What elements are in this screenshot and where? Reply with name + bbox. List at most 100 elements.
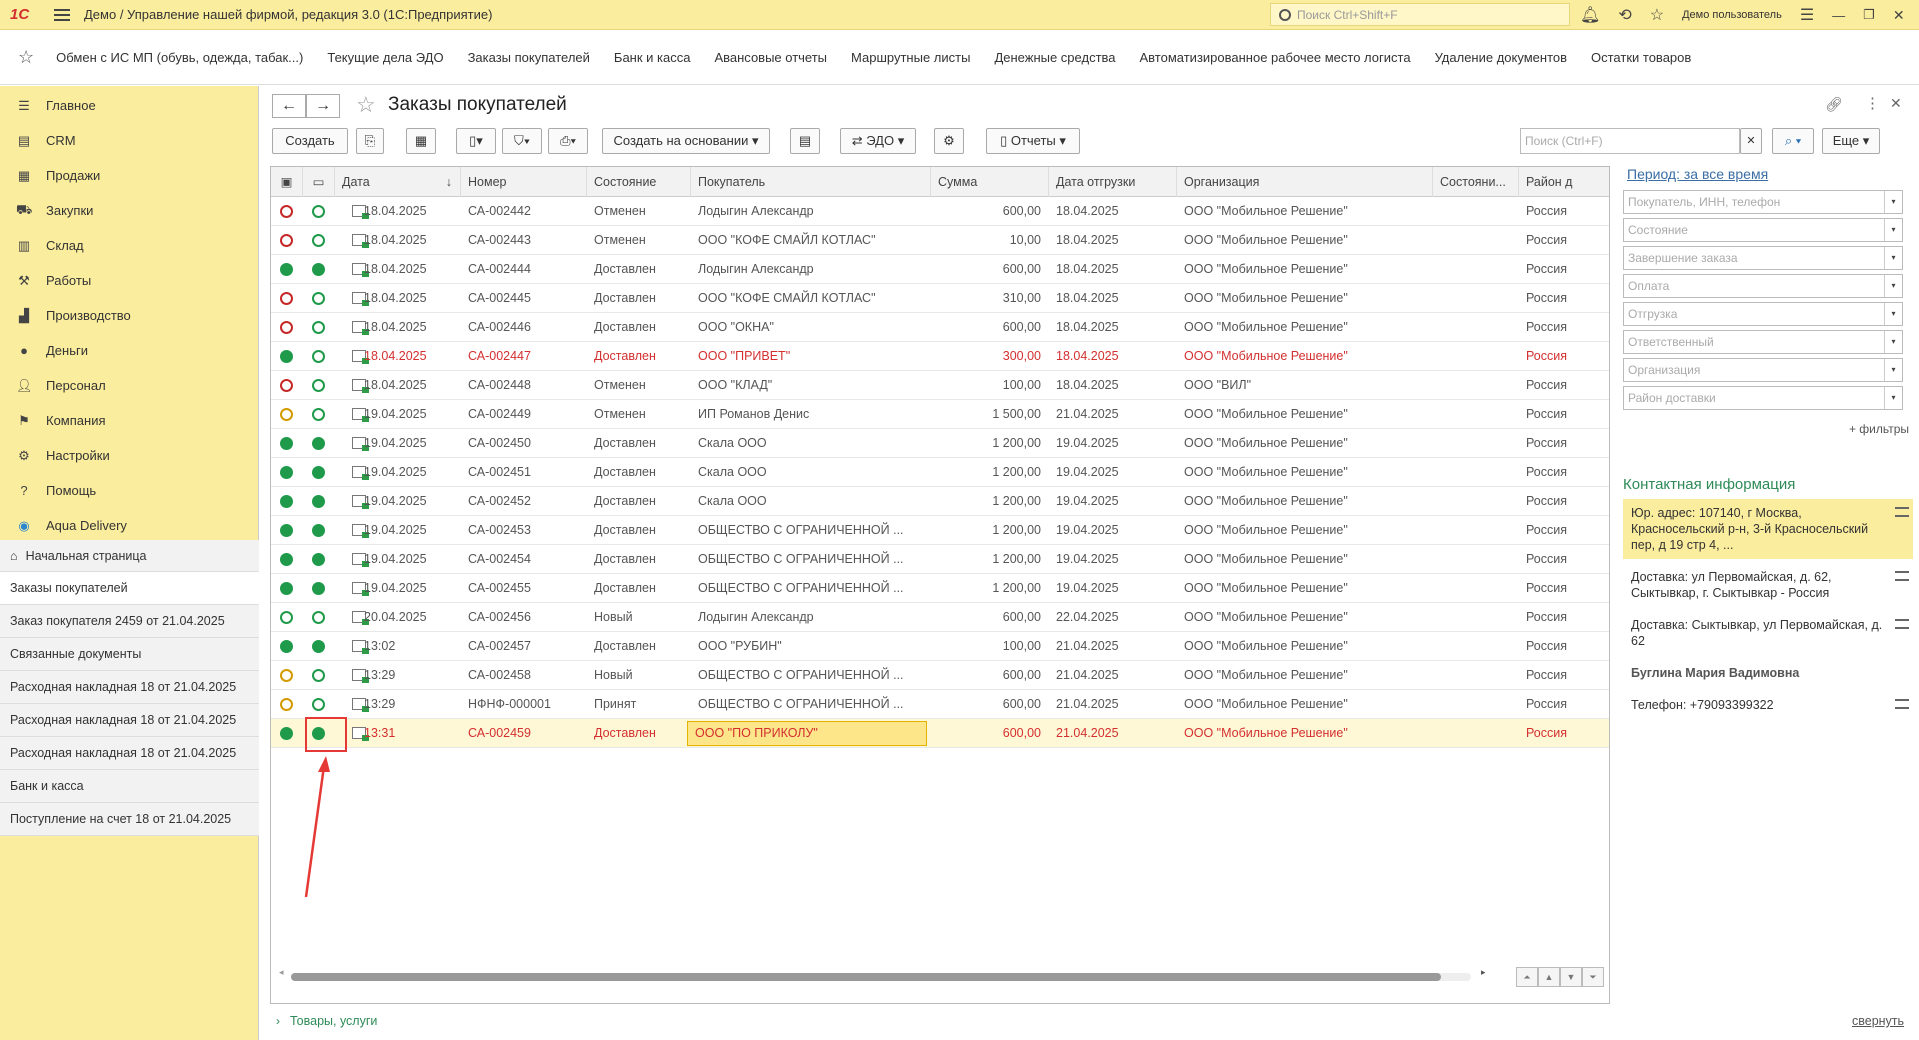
- quicklink[interactable]: Удаление документов: [1435, 50, 1567, 65]
- search-dropdown-button[interactable]: ⌕ ▾: [1772, 128, 1814, 154]
- table-row[interactable]: 13:29 НФНФ-000001 Принят ОБЩЕСТВО С ОГРАНИЧ…: [271, 690, 1609, 719]
- contact-menu-icon[interactable]: [1895, 619, 1909, 629]
- horizontal-scrollbar[interactable]: [291, 973, 1471, 981]
- history-item[interactable]: Заказы покупателей: [0, 572, 259, 605]
- bell-icon[interactable]: 🔔︎: [1580, 5, 1600, 25]
- reports-button[interactable]: ▯ Отчеты ▾: [986, 128, 1080, 154]
- history-item[interactable]: Заказ покупателя 2459 от 21.04.2025: [0, 605, 259, 638]
- sidebar-item-warehouse[interactable]: ▥ Склад: [0, 228, 258, 263]
- contact-item[interactable]: Доставка: ул Первомайская, д. 62, Сыктыв…: [1623, 563, 1913, 607]
- add-filters-link[interactable]: + фильтры: [1623, 422, 1913, 436]
- contact-item[interactable]: Юр. адрес: 107140, г Москва, Красносельс…: [1623, 499, 1913, 559]
- contact-menu-icon[interactable]: [1895, 507, 1909, 517]
- edo-button[interactable]: ⇄ ЭДО ▾: [840, 128, 916, 154]
- table-row[interactable]: 19.04.2025 СА-002449 Отменен ИП Романов Ден…: [271, 400, 1609, 429]
- more-vertical-icon[interactable]: ⋮: [1865, 94, 1880, 112]
- table-row[interactable]: 18.04.2025 СА-002445 Доставлен ООО "КОФЕ СМ…: [271, 284, 1609, 313]
- collapse-link[interactable]: свернуть: [1852, 1014, 1904, 1028]
- column-header-date[interactable]: Дата ↓: [335, 167, 461, 197]
- global-search-input[interactable]: Поиск Ctrl+Shift+F: [1270, 3, 1570, 26]
- dropdown-arrow-icon[interactable]: ▾: [1884, 275, 1902, 297]
- table-row[interactable]: 20.04.2025 СА-002456 Новый Лодыгин Александ…: [271, 603, 1609, 632]
- favorite-star-icon[interactable]: ☆: [356, 92, 376, 118]
- maximize-icon[interactable]: ❐: [1863, 7, 1875, 23]
- sidebar-item-production[interactable]: ▟ Производство: [0, 298, 258, 333]
- sidebar-item-help[interactable]: ? Помощь: [0, 473, 258, 508]
- column-header-number[interactable]: Номер: [461, 167, 587, 197]
- filter-field[interactable]: Завершение заказа ▾: [1623, 246, 1903, 270]
- column-header-box-icon[interactable]: ▣: [271, 167, 303, 197]
- sidebar-item-personnel[interactable]: 👤︎ Персонал: [0, 368, 258, 403]
- column-header-state[interactable]: Состояние: [587, 167, 691, 197]
- table-row[interactable]: 19.04.2025 СА-002455 Доставлен ОБЩЕСТВО С О…: [271, 574, 1609, 603]
- scroll-left-icon[interactable]: ◂: [279, 967, 284, 978]
- dropdown-arrow-icon[interactable]: ▾: [1884, 191, 1902, 213]
- filter-field[interactable]: Ответственный ▾: [1623, 330, 1903, 354]
- goods-services-link[interactable]: Товары, услуги: [290, 1014, 377, 1028]
- quicklink[interactable]: Остатки товаров: [1591, 50, 1691, 65]
- scroll-top-icon[interactable]: ⏶: [1516, 967, 1538, 987]
- table-row[interactable]: 13:31 СА-002459 Доставлен ООО "ПО ПРИКОЛУ" 6…: [271, 719, 1609, 748]
- dropdown-arrow-icon[interactable]: ▾: [1884, 219, 1902, 241]
- sidebar-item-works[interactable]: ⚒ Работы: [0, 263, 258, 298]
- history-item[interactable]: Связанные документы: [0, 638, 259, 671]
- history-item[interactable]: Банк и касса: [0, 770, 259, 803]
- clear-search-icon[interactable]: ✕: [1740, 128, 1762, 154]
- chevron-right-icon[interactable]: ›: [276, 1014, 280, 1028]
- table-row[interactable]: 18.04.2025 СА-002447 Доставлен ООО "ПРИВЕТ"…: [271, 342, 1609, 371]
- table-row[interactable]: 18.04.2025 СА-002448 Отменен ООО "КЛАД" 100,…: [271, 371, 1609, 400]
- column-header-buyer[interactable]: Покупатель: [691, 167, 931, 197]
- settings-gear-icon[interactable]: ⚙: [934, 128, 964, 154]
- table-row[interactable]: 18.04.2025 СА-002442 Отменен Лодыгин Алекса…: [271, 197, 1609, 226]
- quicklink[interactable]: Заказы покупателей: [468, 50, 590, 65]
- history-item[interactable]: Расходная накладная 18 от 21.04.2025: [0, 737, 259, 770]
- filter-field[interactable]: Организация ▾: [1623, 358, 1903, 382]
- quicklink[interactable]: Автоматизированное рабочее место логиста: [1140, 50, 1411, 65]
- history-item[interactable]: Расходная накладная 18 от 21.04.2025: [0, 671, 259, 704]
- table-row[interactable]: 13:02 СА-002457 Доставлен ООО "РУБИН" 100,00…: [271, 632, 1609, 661]
- dropdown-arrow-icon[interactable]: ▾: [1884, 303, 1902, 325]
- contact-menu-icon[interactable]: [1895, 571, 1909, 581]
- dropdown-arrow-icon[interactable]: ▾: [1884, 387, 1902, 409]
- sidebar-item-company[interactable]: ⚑ Компания: [0, 403, 258, 438]
- structure-icon[interactable]: ▤: [790, 128, 820, 154]
- dropdown-arrow-icon[interactable]: ▾: [1884, 247, 1902, 269]
- quicklink[interactable]: Денежные средства: [994, 50, 1115, 65]
- close-icon[interactable]: ✕: [1893, 7, 1905, 24]
- sidebar-item-main[interactable]: ☰ Главное: [0, 88, 258, 123]
- table-row[interactable]: 18.04.2025 СА-002444 Доставлен Лодыгин Алек…: [271, 255, 1609, 284]
- column-header-organization[interactable]: Организация: [1177, 167, 1433, 197]
- calendar-icon[interactable]: ▦: [406, 128, 436, 154]
- document-dropdown-icon[interactable]: ▯▾: [456, 128, 496, 154]
- column-header-payment-icon[interactable]: ▭: [303, 167, 335, 197]
- table-row[interactable]: 19.04.2025 СА-002454 Доставлен ОБЩЕСТВО С О…: [271, 545, 1609, 574]
- dropdown-arrow-icon[interactable]: ▾: [1884, 359, 1902, 381]
- column-header-region[interactable]: Район д: [1519, 167, 1611, 197]
- history-item[interactable]: Поступление на счет 18 от 21.04.2025: [0, 803, 259, 836]
- link-icon[interactable]: 🔗︎: [1825, 96, 1843, 113]
- period-link[interactable]: Период: за все время: [1627, 166, 1913, 182]
- table-row[interactable]: 18.04.2025 СА-002443 Отменен ООО "КОФЕ СМАЙ…: [271, 226, 1609, 255]
- close-form-icon[interactable]: ✕: [1890, 95, 1902, 112]
- table-row[interactable]: 13:29 СА-002458 Новый ОБЩЕСТВО С ОГРАНИЧЕНН…: [271, 661, 1609, 690]
- table-row[interactable]: 19.04.2025 СА-002453 Доставлен ОБЩЕСТВО С О…: [271, 516, 1609, 545]
- sidebar-item-crm[interactable]: ▤ CRM: [0, 123, 258, 158]
- filter-field[interactable]: Отгрузка ▾: [1623, 302, 1903, 326]
- sidebar-item-purchases[interactable]: ⛟ Закупки: [0, 193, 258, 228]
- scroll-bottom-icon[interactable]: ⏷: [1582, 967, 1604, 987]
- sidebar-item-aqua-delivery[interactable]: ◉ Aqua Delivery: [0, 508, 258, 543]
- home-page-link[interactable]: ⌂ Начальная страница: [0, 540, 259, 572]
- contact-item[interactable]: Буглина Мария Вадимовна: [1623, 659, 1913, 687]
- create-button[interactable]: Создать: [272, 128, 348, 154]
- sidebar-item-settings[interactable]: ⚙ Настройки: [0, 438, 258, 473]
- filter-field[interactable]: Состояние ▾: [1623, 218, 1903, 242]
- filter-field[interactable]: Район доставки ▾: [1623, 386, 1903, 410]
- create-based-on-button[interactable]: Создать на основании ▾: [602, 128, 770, 154]
- favorites-icon[interactable]: ☆: [1650, 5, 1664, 25]
- filter-field[interactable]: Оплата ▾: [1623, 274, 1903, 298]
- table-row[interactable]: 19.04.2025 СА-002450 Доставлен Скала ООО 1 2…: [271, 429, 1609, 458]
- filter-field[interactable]: Покупатель, ИНН, телефон ▾: [1623, 190, 1903, 214]
- forward-button[interactable]: →: [306, 94, 340, 118]
- scroll-up-icon[interactable]: ▲: [1538, 967, 1560, 987]
- dropdown-arrow-icon[interactable]: ▾: [1884, 331, 1902, 353]
